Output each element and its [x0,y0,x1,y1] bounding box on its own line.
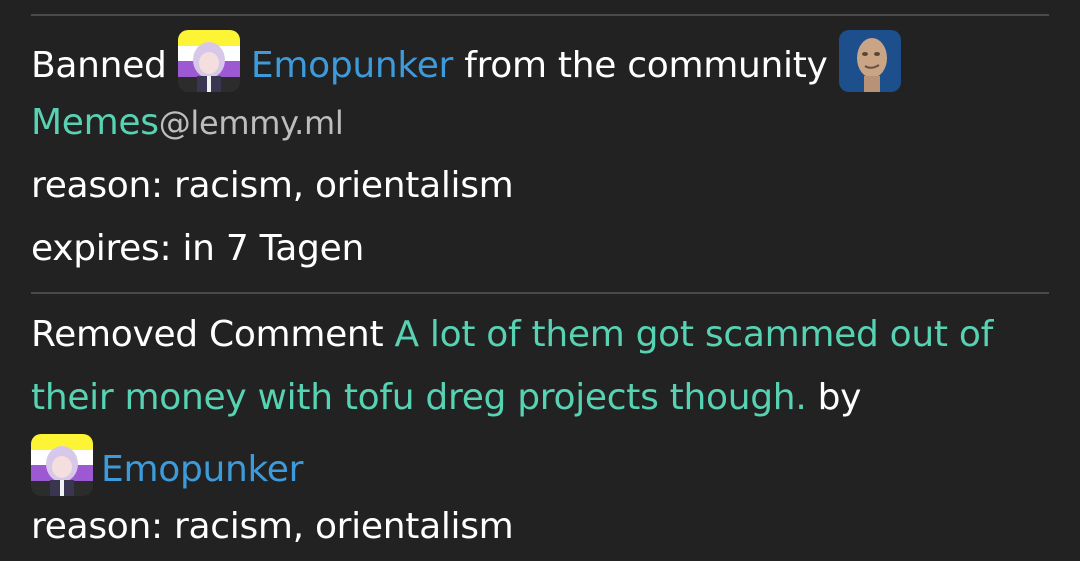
meme-man-icon[interactable] [838,30,901,92]
ban-entry-line-1: Banned Emopunker from the community [31,30,901,98]
removed-comment-label: Removed Comment [31,314,384,355]
removed-comment-line-2: their money with tofu dreg projects thou… [31,376,861,420]
user-link-emopunker[interactable]: Emopunker [101,449,303,490]
ban-entry-line-2: Memes@lemmy.ml [31,101,344,145]
community-instance[interactable]: @lemmy.ml [159,104,344,142]
removed-comment-reason: reason: racism, orientalism [31,506,514,547]
divider-middle [31,292,1049,294]
by-label: by [817,377,862,418]
divider-top [31,14,1049,16]
user-avatar-icon[interactable] [177,30,240,92]
ban-reason: reason: racism, orientalism [31,165,514,206]
user-link-emopunker[interactable]: Emopunker [251,45,453,86]
ban-expires: expires: in 7 Tagen [31,228,364,269]
community-link-memes[interactable]: Memes@lemmy.ml [31,102,344,143]
removed-comment-line-3: Emopunker [31,434,303,502]
comment-link-line-2[interactable]: their money with tofu dreg projects thou… [31,377,807,418]
ban-action-middle: from the community [464,45,828,86]
removed-comment-line-1: Removed Comment A lot of them got scamme… [31,313,993,357]
user-avatar-icon[interactable] [31,434,93,496]
ban-action-label: Banned [31,45,167,86]
comment-link-line-1[interactable]: A lot of them got scammed out of [394,314,993,355]
community-name[interactable]: Memes [31,102,159,143]
